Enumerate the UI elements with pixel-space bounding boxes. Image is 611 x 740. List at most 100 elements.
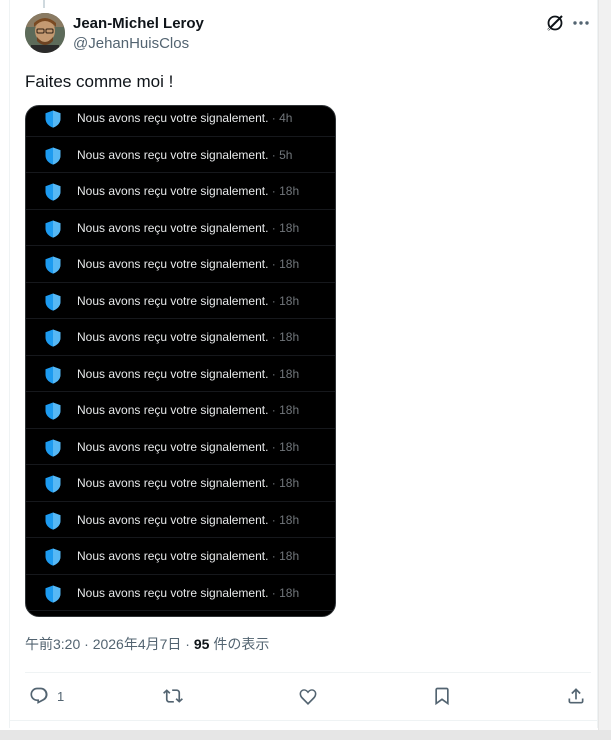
- share-button[interactable]: [566, 684, 586, 708]
- notification-line: Nous avons reçu votre signalement. · 18h: [77, 439, 299, 455]
- shield-icon: [45, 183, 61, 201]
- scrollbar[interactable]: [598, 0, 611, 740]
- notification-text: Nous avons reçu votre signalement.: [77, 184, 269, 198]
- author-display-name[interactable]: Jean-Michel Leroy: [73, 14, 204, 34]
- notification-row: Nous avons reçu votre signalement. · 18h: [26, 465, 335, 502]
- grok-icon[interactable]: [545, 13, 565, 33]
- tweet-bottom-border: [9, 720, 598, 721]
- notification-time: · 18h: [268, 293, 300, 308]
- notification-text: Nous avons reçu votre signalement.: [77, 111, 269, 125]
- notification-row: Nous avons reçu votre signalement. · 18h: [26, 356, 335, 392]
- notification-line: Nous avons reçu votre signalement. · 18h: [77, 585, 299, 601]
- notification-text: Nous avons reçu votre signalement.: [77, 439, 269, 454]
- notification-time: · 18h: [268, 549, 300, 563]
- notification-time: · 18h: [268, 403, 300, 417]
- notification-line: Nous avons reçu votre signalement. · 18h: [77, 402, 299, 418]
- tweet-date[interactable]: 2026年4月7日: [93, 636, 182, 652]
- avatar[interactable]: [25, 13, 65, 53]
- divider: [25, 672, 591, 673]
- like-button[interactable]: [298, 684, 318, 708]
- tweet-header: Jean-Michel Leroy @JehanHuisClos: [25, 13, 591, 55]
- horizontal-scrollbar[interactable]: [0, 730, 611, 740]
- notification-text: Nous avons reçu votre signalement.: [77, 476, 269, 490]
- notification-text: Nous avons reçu votre signalement.: [77, 147, 269, 162]
- bookmark-button[interactable]: [432, 684, 452, 708]
- meta-separator: ·: [80, 636, 93, 652]
- notification-row: Nous avons reçu votre signalement. · 18h: [26, 210, 335, 246]
- notification-time: · 18h: [268, 257, 300, 271]
- share-icon: [568, 688, 584, 704]
- notification-text: Nous avons reçu votre signalement.: [77, 585, 269, 600]
- shield-icon: [45, 293, 61, 311]
- shield-icon: [45, 147, 61, 165]
- tweet-text: Faites comme moi !: [25, 72, 174, 91]
- notification-line: Nous avons reçu votre signalement. · 18h: [77, 475, 299, 491]
- notification-row: Nous avons reçu votre signalement. · 18h: [26, 575, 335, 611]
- notification-text: Nous avons reçu votre signalement.: [77, 257, 269, 271]
- notification-time: · 18h: [268, 439, 300, 454]
- notification-time: · 5h: [268, 147, 293, 162]
- notification-row: Nous avons reçu votre signalement. · 18h: [26, 538, 335, 575]
- notification-text: Nous avons reçu votre signalement.: [77, 512, 269, 527]
- shield-icon: [45, 220, 61, 238]
- notification-time: · 18h: [268, 585, 300, 600]
- notification-line: Nous avons reçu votre signalement. · 18h: [77, 366, 299, 382]
- notification-row: Nous avons reçu votre signalement. · 18h: [26, 246, 335, 283]
- notification-text: Nous avons reçu votre signalement.: [77, 366, 269, 381]
- retweet-icon: [163, 689, 183, 703]
- notification-time: · 18h: [268, 512, 300, 527]
- notification-row: Nous avons reçu votre signalement. · 18h: [26, 319, 335, 356]
- meta-separator: ·: [181, 636, 194, 652]
- notification-time: · 4h: [268, 111, 293, 125]
- shield-icon: [45, 110, 61, 128]
- avatar-portrait-icon: [25, 13, 65, 53]
- notification-time: · 18h: [268, 366, 300, 381]
- notification-row: Nous avons reçu votre signalement. · 18h: [26, 502, 335, 538]
- notification-line: Nous avons reçu votre signalement. · 5h: [77, 147, 292, 163]
- thread-connector-line: [43, 0, 45, 8]
- notification-line: Nous avons reçu votre signalement. · 18h: [77, 512, 299, 528]
- views-label: 件の表示: [209, 636, 270, 652]
- notification-row: Nous avons reçu votre signalement. · 5h: [26, 137, 335, 173]
- reply-count: 1: [57, 688, 65, 704]
- tweet-time[interactable]: 午前3:20: [25, 636, 80, 652]
- shield-icon: [45, 329, 61, 347]
- shield-icon: [45, 512, 61, 530]
- shield-icon: [45, 402, 61, 420]
- notification-line: Nous avons reçu votre signalement. · 18h: [77, 183, 299, 199]
- notification-row: Nous avons reçu votre signalement. · 18h: [26, 392, 335, 429]
- notification-line: Nous avons reçu votre signalement. · 18h: [77, 293, 299, 309]
- shield-icon: [45, 256, 61, 274]
- notification-text: Nous avons reçu votre signalement.: [77, 403, 269, 417]
- notification-time: · 18h: [268, 220, 300, 235]
- like-icon: [299, 689, 317, 705]
- notification-line: Nous avons reçu votre signalement. · 18h: [77, 256, 299, 272]
- notification-text: Nous avons reçu votre signalement.: [77, 293, 269, 308]
- shield-icon: [45, 475, 61, 493]
- shield-icon: [45, 366, 61, 384]
- author-handle[interactable]: @JehanHuisClos: [73, 34, 204, 54]
- notification-line: Nous avons reçu votre signalement. · 4h: [77, 110, 292, 126]
- bookmark-icon: [435, 687, 449, 706]
- tweet-media-image[interactable]: Nous avons reçu votre signalement. · 4h N…: [25, 105, 336, 617]
- shield-icon: [45, 585, 61, 603]
- notification-time: · 18h: [268, 476, 300, 490]
- notification-line: Nous avons reçu votre signalement. · 18h: [77, 548, 299, 564]
- shield-icon: [45, 439, 61, 457]
- shield-icon: [45, 548, 61, 566]
- notification-text: Nous avons reçu votre signalement.: [77, 330, 269, 344]
- views-count: 95: [193, 636, 210, 652]
- notification-row: Nous avons reçu votre signalement. · 18h: [26, 429, 335, 465]
- retweet-button[interactable]: [163, 684, 183, 708]
- reply-button[interactable]: 1: [29, 684, 64, 708]
- more-icon[interactable]: [571, 13, 591, 33]
- notification-row: Nous avons reçu votre signalement. · 4h: [26, 106, 335, 137]
- tweet-meta: 午前3:20 · 2026年4月7日 · 95 件の表示: [25, 635, 269, 653]
- notification-line: Nous avons reçu votre signalement. · 18h: [77, 329, 299, 345]
- scrollbar-thumb[interactable]: [601, 0, 609, 740]
- notification-time: · 18h: [268, 330, 300, 344]
- notification-row: Nous avons reçu votre signalement. · 18h: [26, 173, 335, 210]
- notification-line: Nous avons reçu votre signalement. · 18h: [77, 220, 299, 236]
- notification-time: · 18h: [268, 184, 300, 198]
- reply-icon: [30, 687, 48, 704]
